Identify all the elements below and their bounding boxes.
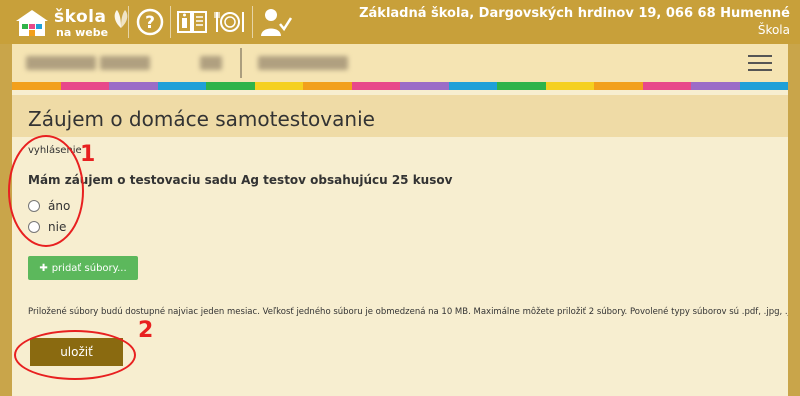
page-background <box>788 44 800 396</box>
top-bar: škola na webe ? Základná škola, Dargovsk… <box>0 0 800 44</box>
stripe-segment <box>303 82 352 90</box>
divider <box>240 48 242 78</box>
homework-book-icon[interactable] <box>176 6 208 38</box>
school-house-icon <box>16 10 48 36</box>
stripe-segment <box>545 82 594 90</box>
student-name-blurred[interactable] <box>258 56 348 70</box>
lunch-plate-icon[interactable] <box>214 6 246 38</box>
stripe-segment <box>739 82 788 90</box>
user-bar <box>12 44 788 82</box>
logo[interactable]: škola na webe <box>10 5 128 39</box>
stripe-segment <box>448 82 497 90</box>
school-type: Škola <box>757 23 790 37</box>
school-info: Základná škola, Dargovských hrdinov 19, … <box>359 6 790 38</box>
divider <box>170 6 171 38</box>
annotation-number-1: 1 <box>80 142 96 167</box>
hamburger-menu-icon[interactable] <box>748 55 772 71</box>
svg-text:?: ? <box>145 13 155 33</box>
question-text: Mám záujem o testovaciu sadu Ag testov o… <box>28 173 453 187</box>
class-blurred <box>200 56 222 70</box>
page-title: Záujem o domáce samotestovanie <box>28 107 375 131</box>
stripe-segment <box>109 82 158 90</box>
stripe-segment <box>400 82 449 90</box>
divider <box>128 6 129 38</box>
stripe-segment <box>691 82 740 90</box>
add-files-label: pridať súbory... <box>51 262 127 274</box>
user-name-blurred <box>26 56 96 70</box>
stripe-segment <box>351 82 400 90</box>
logo-title: škola <box>54 7 107 27</box>
school-name: Základná škola, Dargovských hrdinov 19, … <box>359 6 790 21</box>
teacher-check-icon[interactable] <box>260 6 292 38</box>
stripe-segment <box>12 82 61 90</box>
stripe-segment <box>254 82 303 90</box>
help-icon[interactable]: ? <box>134 6 166 38</box>
attachments-info: Priložené súbory budú dostupné najviac j… <box>28 307 800 317</box>
title-bar: Záujem o domáce samotestovanie <box>12 95 788 137</box>
user-surname-blurred <box>100 56 150 70</box>
add-files-button[interactable]: ✚ pridať súbory... <box>28 256 138 280</box>
plus-icon: ✚ <box>39 262 48 274</box>
annotation-number-2: 2 <box>138 318 154 343</box>
stripe-segment <box>642 82 691 90</box>
stripe-segment <box>206 82 255 90</box>
stripe-segment <box>60 82 109 90</box>
divider <box>252 6 253 38</box>
annotation-circle-1 <box>8 135 84 247</box>
stripe-segment <box>497 82 546 90</box>
stripe-segment <box>594 82 643 90</box>
stripe-segment <box>157 82 206 90</box>
annotation-circle-2 <box>14 330 136 380</box>
color-stripe <box>12 82 788 90</box>
logo-subtitle: na webe <box>56 26 109 39</box>
